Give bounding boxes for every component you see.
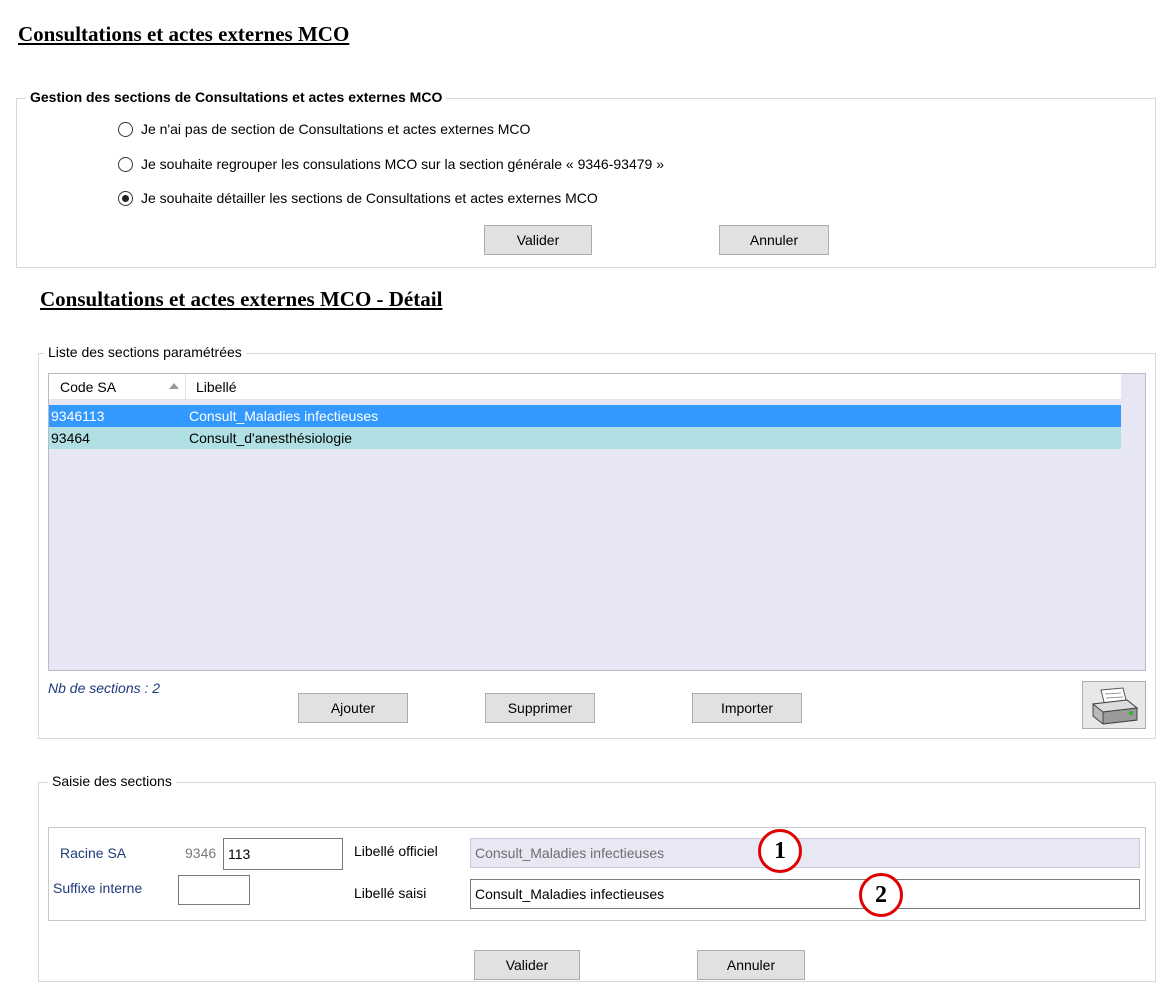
column-header-label: Libellé (196, 379, 237, 395)
radio-option-detail[interactable]: Je souhaite détailler les sections de Co… (118, 190, 598, 206)
libelle-saisi-input[interactable]: Consult_Maladies infectieuses (470, 879, 1140, 909)
list-header: Code SA Libellé (49, 374, 1121, 400)
table-row[interactable]: 9346113 Consult_Maladies infectieuses (49, 405, 1121, 427)
racine-label: Racine SA (60, 845, 127, 861)
radio-button-checked[interactable] (118, 190, 133, 206)
import-button[interactable]: Importer (692, 693, 802, 723)
cell-code: 9346113 (51, 408, 105, 424)
cell-libelle: Consult_d'anesthésiologie (189, 430, 353, 446)
radio-button[interactable] (118, 156, 133, 172)
saisie-validate-button[interactable]: Valider (474, 950, 580, 980)
cell-code: 93464 (51, 430, 90, 446)
cell-libelle: Consult_Maladies infectieuses (189, 408, 379, 424)
racine-value: 113 (228, 846, 251, 862)
liste-legend: Liste des sections paramétrées (44, 344, 246, 360)
callout-marker-2: 2 (859, 873, 903, 917)
page-title: Consultations et actes externes MCO (18, 22, 350, 46)
column-header-label: Code SA (60, 379, 117, 395)
racine-prefix: 9346 (185, 845, 217, 861)
sort-ascending-icon (169, 383, 179, 389)
radio-label: Je souhaite détailler les sections de Co… (141, 190, 598, 206)
callout-marker-1: 1 (758, 829, 802, 873)
racine-input[interactable]: 113 (223, 838, 343, 870)
libelle-saisi-value: Consult_Maladies infectieuses (475, 886, 665, 902)
gestion-legend: Gestion des sections de Consultations et… (26, 89, 447, 105)
radio-option-no-section[interactable]: Je n'ai pas de section de Consultations … (118, 121, 530, 137)
libelle-officiel-value: Consult_Maladies infectieuses (475, 845, 665, 861)
gestion-validate-button[interactable]: Valider (484, 225, 592, 255)
suffixe-label: Suffixe interne (53, 880, 143, 896)
section-count: Nb de sections : 2 (48, 680, 161, 696)
column-header-code[interactable]: Code SA (49, 374, 185, 400)
libelle-officiel-label: Libellé officiel (354, 843, 438, 859)
radio-button[interactable] (118, 121, 133, 137)
delete-button[interactable]: Supprimer (485, 693, 595, 723)
gestion-cancel-button[interactable]: Annuler (719, 225, 829, 255)
saisie-legend: Saisie des sections (48, 773, 176, 789)
suffixe-input[interactable] (178, 875, 250, 905)
saisie-cancel-button[interactable]: Annuler (697, 950, 805, 980)
column-header-libelle[interactable]: Libellé (185, 374, 1115, 400)
radio-label: Je n'ai pas de section de Consultations … (141, 121, 531, 137)
sections-listview[interactable]: Code SA Libellé 9346113 Consult_Maladies… (48, 373, 1146, 671)
radio-label: Je souhaite regrouper les consulations M… (141, 156, 664, 172)
libelle-saisi-label: Libellé saisi (354, 885, 427, 901)
libelle-officiel-field: Consult_Maladies infectieuses (470, 838, 1140, 868)
printer-icon (1091, 687, 1139, 725)
table-row[interactable]: 93464 Consult_d'anesthésiologie (49, 427, 1121, 449)
radio-option-regroup[interactable]: Je souhaite regrouper les consulations M… (118, 156, 664, 172)
add-button[interactable]: Ajouter (298, 693, 408, 723)
detail-title: Consultations et actes externes MCO - Dé… (40, 287, 443, 311)
print-button[interactable] (1082, 681, 1146, 729)
